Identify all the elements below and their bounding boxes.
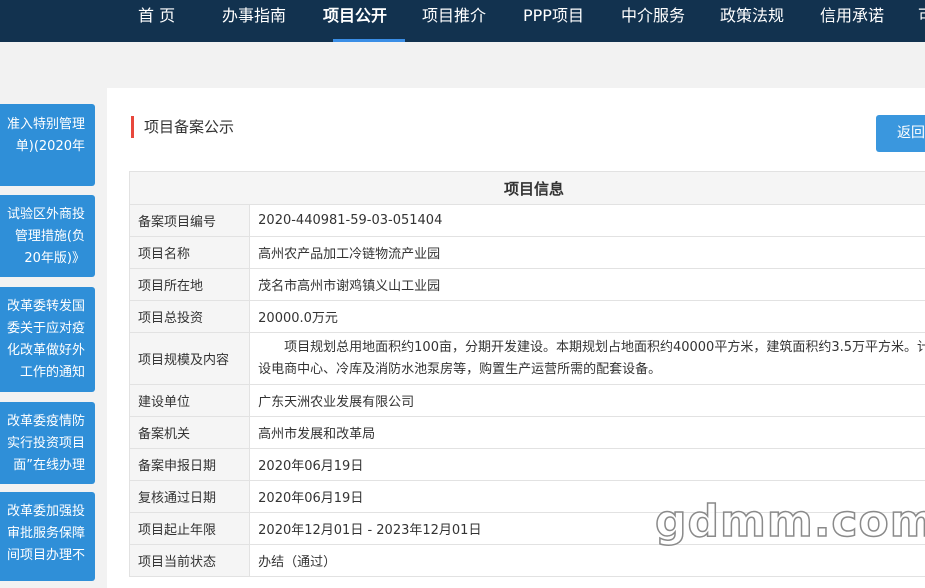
row-value: 高州农产品加工冷链物流产业园 [250, 237, 925, 269]
sidebar-card-line: 单)(2020年 [7, 136, 85, 158]
table-row: 项目名称 高州农产品加工冷链物流产业园 [130, 237, 925, 269]
nav-home[interactable]: 首 页 [138, 0, 175, 42]
sidebar-card-line: 工作的通知 [7, 362, 85, 384]
nav-credit-commitment[interactable]: 信用承诺 [820, 0, 884, 42]
sidebar-card-line: 准入特别管理 [7, 114, 85, 136]
sidebar-card-line: 管理措施(负 [7, 226, 85, 248]
row-label: 项目名称 [130, 237, 250, 269]
table-row: 项目当前状态 办结（通过） [130, 545, 925, 577]
row-value: 2020年06月19日 [250, 449, 925, 481]
row-label: 备案项目编号 [130, 205, 250, 237]
row-value: 办结（通过） [250, 545, 925, 577]
row-value: 20000.0万元 [250, 301, 925, 333]
nav-ppp-projects[interactable]: PPP项目 [523, 0, 584, 42]
top-navigation: 首 页 办事指南 项目公开 项目推介 PPP项目 中介服务 政策法规 信用承诺 … [0, 0, 925, 42]
nav-agency-services[interactable]: 中介服务 [621, 0, 685, 42]
nav-service-guide[interactable]: 办事指南 [222, 0, 286, 42]
sidebar-news-card-5[interactable]: 改革委加强投 审批服务保障 间项目办理不 [0, 492, 95, 581]
sidebar-card-line: 改革委加强投 [7, 501, 85, 523]
sidebar-card-line: 面”在线办理 [7, 455, 85, 477]
sidebar-card-line: 改革委疫情防 [7, 411, 85, 433]
nav-project-public[interactable]: 项目公开 [323, 0, 387, 42]
sidebar-news-card-2[interactable]: 试验区外商投 管理措施(负 20年版)》 [0, 195, 95, 277]
row-value: 茂名市高州市谢鸡镇义山工业园 [250, 269, 925, 301]
scale-content-line-2: 设电商中心、冷库及消防水池泵房等，购置生产运营所需的配套设备。 [258, 359, 925, 381]
sidebar-news-card-3[interactable]: 改革委转发国 委关于应对疫 化改革做好外 工作的通知 [0, 287, 95, 392]
sidebar-card-line: 委关于应对疫 [7, 318, 85, 340]
sidebar-card-line: 20年版)》 [7, 248, 85, 270]
sidebar-card-line: 审批服务保障 [7, 523, 85, 545]
row-value: 项目规划总用地面积约100亩，分期开发建设。本期规划占地面积约40000平方米，… [250, 333, 925, 385]
row-label: 复核通过日期 [130, 481, 250, 513]
sidebar-card-line: 实行投资项目 [7, 433, 85, 455]
row-label: 项目总投资 [130, 301, 250, 333]
site-watermark: gdmm.com [655, 496, 925, 547]
row-label: 项目当前状态 [130, 545, 250, 577]
table-row: 备案项目编号 2020-440981-59-03-051404 [130, 205, 925, 237]
row-label: 项目规模及内容 [130, 333, 250, 385]
section-title: 项目备案公示 [131, 116, 234, 138]
table-row: 项目所在地 茂名市高州市谢鸡镇义山工业园 [130, 269, 925, 301]
nav-policies[interactable]: 政策法规 [720, 0, 784, 42]
sidebar-news-card-4[interactable]: 改革委疫情防 实行投资项目 面”在线办理 [0, 402, 95, 484]
table-row: 项目规模及内容 项目规划总用地面积约100亩，分期开发建设。本期规划占地面积约4… [130, 333, 925, 385]
back-button[interactable]: 返回 [876, 115, 925, 152]
table-header-row: 项目信息 [130, 172, 925, 205]
table-row: 建设单位 广东天洲农业发展有限公司 [130, 385, 925, 417]
sidebar-card-line: 改革委转发国 [7, 296, 85, 318]
nav-more-cutoff[interactable]: 可 [918, 0, 925, 42]
sidebar-card-line: 间项目办理不 [7, 545, 85, 567]
table-row: 备案申报日期 2020年06月19日 [130, 449, 925, 481]
row-value: 2020-440981-59-03-051404 [250, 205, 925, 237]
sidebar-news-card-1[interactable]: 准入特别管理 单)(2020年 [0, 104, 95, 186]
table-row: 项目总投资 20000.0万元 [130, 301, 925, 333]
row-value: 广东天洲农业发展有限公司 [250, 385, 925, 417]
nav-project-promotion[interactable]: 项目推介 [422, 0, 486, 42]
sidebar-card-line: 化改革做好外 [7, 340, 85, 362]
row-label: 项目所在地 [130, 269, 250, 301]
row-label: 备案申报日期 [130, 449, 250, 481]
table-row: 备案机关 高州市发展和改革局 [130, 417, 925, 449]
row-label: 建设单位 [130, 385, 250, 417]
nav-active-indicator [333, 39, 405, 42]
row-label: 备案机关 [130, 417, 250, 449]
row-value: 高州市发展和改革局 [250, 417, 925, 449]
scale-content-line-1: 项目规划总用地面积约100亩，分期开发建设。本期规划占地面积约40000平方米，… [258, 337, 925, 359]
row-label: 项目起止年限 [130, 513, 250, 545]
sidebar-card-line: 试验区外商投 [7, 204, 85, 226]
table-header: 项目信息 [130, 172, 925, 205]
